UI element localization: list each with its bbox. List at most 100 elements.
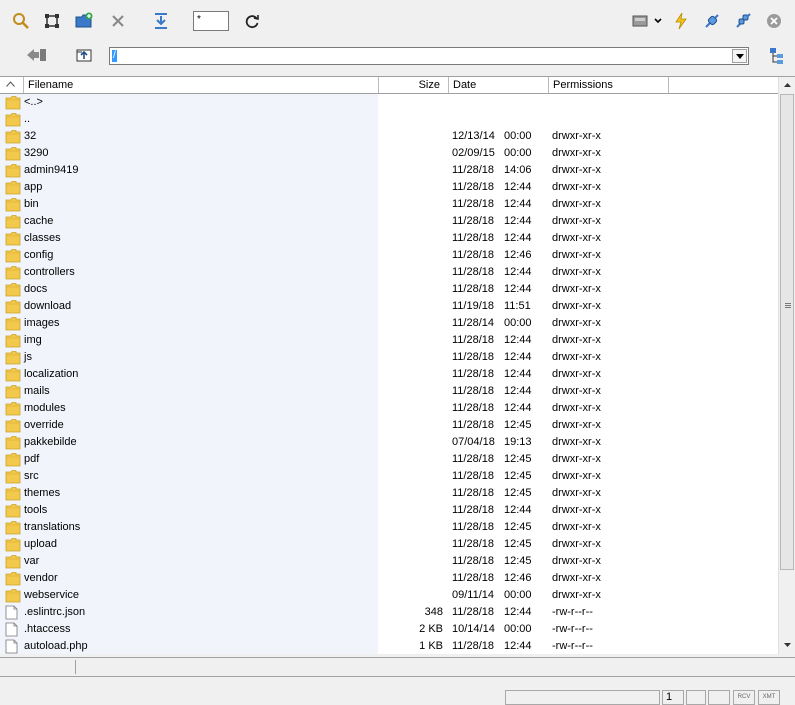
filter-input[interactable]: * — [193, 11, 229, 31]
drive-icon[interactable] — [630, 10, 664, 32]
delete-icon[interactable] — [107, 10, 129, 32]
file-permissions: drwxr-xr-x — [552, 385, 601, 397]
back-icon[interactable] — [26, 44, 48, 66]
folder-icon — [5, 112, 21, 127]
scroll-down-button[interactable] — [779, 637, 795, 653]
disconnect-icon[interactable] — [732, 10, 754, 32]
file-size — [380, 400, 443, 417]
select-frame-icon[interactable] — [41, 10, 63, 32]
table-row[interactable]: webservice 09/11/14 00:00 drwxr-xr-x — [0, 587, 778, 604]
table-row[interactable]: modules 11/28/18 12:44 drwxr-xr-x — [0, 400, 778, 417]
file-name: webservice — [24, 589, 80, 601]
file-name: config — [24, 249, 54, 261]
table-row[interactable]: localization 11/28/18 12:44 drwxr-xr-x — [0, 366, 778, 383]
file-name: override — [24, 419, 64, 431]
file-time: 12:45 — [504, 470, 532, 482]
file-time: 12:44 — [504, 334, 532, 346]
file-size — [380, 162, 443, 179]
column-size[interactable]: Size — [379, 77, 449, 93]
file-date: 11/28/18 — [452, 368, 495, 380]
file-icon — [5, 622, 21, 637]
search-icon[interactable] — [10, 10, 32, 32]
folder-icon — [5, 555, 21, 569]
table-row[interactable]: cache 11/28/18 12:44 drwxr-xr-x — [0, 213, 778, 230]
table-row[interactable]: mails 11/28/18 12:44 drwxr-xr-x — [0, 383, 778, 400]
connect-icon[interactable] — [701, 10, 723, 32]
table-row[interactable]: autoload.php 1 KB 11/28/18 12:44 -rw-r--r-- — [0, 638, 778, 654]
file-size — [380, 485, 443, 502]
table-row[interactable]: classes 11/28/18 12:44 drwxr-xr-x — [0, 230, 778, 247]
table-row[interactable]: upload 11/28/18 12:45 drwxr-xr-x — [0, 536, 778, 553]
file-time: 00:00 — [504, 623, 532, 635]
move-down-icon[interactable] — [150, 10, 172, 32]
file-permissions: drwxr-xr-x — [552, 419, 601, 431]
table-row[interactable]: translations 11/28/18 12:45 drwxr-xr-x — [0, 519, 778, 536]
folder-icon — [5, 571, 21, 586]
table-row[interactable]: bin 11/28/18 12:44 drwxr-xr-x — [0, 196, 778, 213]
table-row[interactable]: admin9419 11/28/18 14:06 drwxr-xr-x — [0, 162, 778, 179]
table-row[interactable]: .. — [0, 111, 778, 128]
table-row[interactable]: controllers 11/28/18 12:44 drwxr-xr-x — [0, 264, 778, 281]
file-time: 12:44 — [504, 504, 532, 516]
combo-dropdown-button[interactable] — [732, 49, 747, 63]
table-row[interactable]: var 11/28/18 12:45 drwxr-xr-x — [0, 553, 778, 570]
file-date: 11/28/18 — [452, 164, 495, 176]
new-folder-icon[interactable] — [73, 10, 95, 32]
status-field — [708, 690, 730, 705]
file-list[interactable]: Filename Size Date Permissions <..>.. 32 1… — [0, 76, 795, 654]
refresh-icon[interactable] — [241, 10, 263, 32]
sort-indicator[interactable] — [0, 77, 24, 93]
parent-folder-icon[interactable] — [73, 44, 95, 66]
table-row[interactable]: js 11/28/18 12:44 drwxr-xr-x — [0, 349, 778, 366]
tree-view-icon[interactable] — [766, 45, 788, 67]
scroll-up-button[interactable] — [779, 77, 795, 93]
file-permissions: drwxr-xr-x — [552, 368, 601, 380]
file-name: vendor — [24, 572, 58, 584]
column-filename[interactable]: Filename — [24, 77, 379, 93]
folder-icon — [5, 469, 21, 484]
table-row[interactable]: themes 11/28/18 12:45 drwxr-xr-x — [0, 485, 778, 502]
table-row[interactable]: images 11/28/14 00:00 drwxr-xr-x — [0, 315, 778, 332]
folder-icon — [5, 113, 21, 127]
table-row[interactable]: <..> — [0, 94, 778, 111]
file-name: pdf — [24, 453, 40, 465]
file-size: 348 — [424, 606, 443, 618]
lightning-icon[interactable] — [670, 10, 692, 32]
path-combo[interactable]: / — [109, 47, 749, 65]
table-row[interactable]: override 11/28/18 12:45 drwxr-xr-x — [0, 417, 778, 434]
file-date: 10/14/14 — [452, 623, 495, 635]
table-row[interactable]: download 11/19/18 11:51 drwxr-xr-x — [0, 298, 778, 315]
close-icon[interactable] — [763, 10, 785, 32]
status-rcv: RCV — [733, 690, 755, 705]
table-row[interactable]: app 11/28/18 12:44 drwxr-xr-x — [0, 179, 778, 196]
table-row[interactable]: pdf 11/28/18 12:45 drwxr-xr-x — [0, 451, 778, 468]
scroll-thumb[interactable] — [780, 94, 794, 570]
vertical-scrollbar[interactable] — [778, 77, 795, 654]
file-name: mails — [24, 385, 50, 397]
table-row[interactable]: .htaccess 2 KB 10/14/14 00:00 -rw-r--r-- — [0, 621, 778, 638]
table-row[interactable]: img 11/28/18 12:44 drwxr-xr-x — [0, 332, 778, 349]
folder-icon — [5, 299, 21, 314]
table-row[interactable]: src 11/28/18 12:45 drwxr-xr-x — [0, 468, 778, 485]
table-row[interactable]: pakkebilde 07/04/18 19:13 drwxr-xr-x — [0, 434, 778, 451]
file-permissions: drwxr-xr-x — [552, 470, 601, 482]
file-size — [380, 587, 443, 604]
table-row[interactable]: .eslintrc.json 348 11/28/18 12:44 -rw-r--r-- — [0, 604, 778, 621]
table-row[interactable]: vendor 11/28/18 12:46 drwxr-xr-x — [0, 570, 778, 587]
column-permissions[interactable]: Permissions — [549, 77, 669, 93]
folder-icon — [5, 163, 21, 178]
table-row[interactable]: tools 11/28/18 12:44 drwxr-xr-x — [0, 502, 778, 519]
file-rows: <..>.. 32 12/13/14 00:00 drwxr-xr-x 3290 02/09… — [0, 94, 778, 654]
column-date[interactable]: Date — [449, 77, 549, 93]
table-row[interactable]: docs 11/28/18 12:44 drwxr-xr-x — [0, 281, 778, 298]
file-permissions: drwxr-xr-x — [552, 266, 601, 278]
file-permissions: drwxr-xr-x — [552, 453, 601, 465]
file-permissions: drwxr-xr-x — [552, 283, 601, 295]
file-size: 2 KB — [419, 623, 443, 635]
folder-icon — [5, 385, 21, 399]
table-row[interactable]: config 11/28/18 12:46 drwxr-xr-x — [0, 247, 778, 264]
file-date: 11/28/18 — [452, 470, 495, 482]
table-row[interactable]: 3290 02/09/15 00:00 drwxr-xr-x — [0, 145, 778, 162]
file-time: 12:46 — [504, 249, 532, 261]
table-row[interactable]: 32 12/13/14 00:00 drwxr-xr-x — [0, 128, 778, 145]
